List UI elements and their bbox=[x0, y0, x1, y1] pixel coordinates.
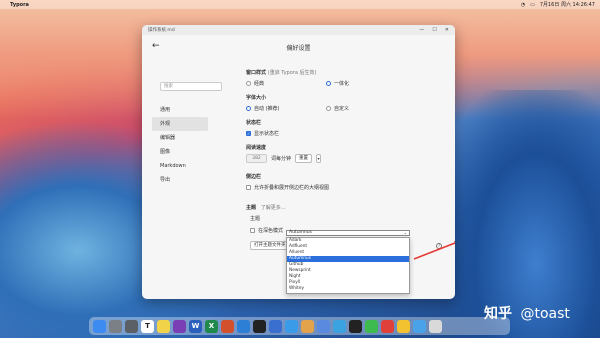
menubar: Typora ◔ ▭ 7月16日 周六 14:26:47 bbox=[0, 0, 600, 9]
terminal-icon[interactable] bbox=[253, 319, 266, 333]
notes-icon[interactable] bbox=[157, 319, 170, 333]
radio-classic-label: 经典 bbox=[254, 81, 265, 87]
font-size-auto-option[interactable]: 自动 (推荐) bbox=[246, 105, 326, 112]
window-titlebar: 操作系统.md — ☐ ✕ bbox=[142, 25, 455, 35]
window-style-heading: 窗口样式 (重启 Typora 后生效) bbox=[246, 69, 446, 76]
theme-dropdown-list: Adark Adfluent Alluent Autumnus Github N… bbox=[286, 237, 410, 294]
reading-speed-input[interactable]: 382 bbox=[246, 154, 267, 163]
sidebar-item-editor[interactable]: 编辑器 bbox=[152, 131, 232, 145]
annotation-arrow bbox=[413, 240, 455, 260]
window-style-classic-option[interactable]: 经典 bbox=[246, 80, 326, 87]
status-bar-checkbox-label: 显示状态栏 bbox=[254, 131, 280, 137]
excel-icon[interactable]: X bbox=[205, 319, 218, 333]
radio-classic[interactable] bbox=[246, 81, 251, 86]
onenote-icon[interactable] bbox=[173, 319, 186, 333]
sidebar-heading: 侧边栏 bbox=[246, 174, 262, 180]
dock: T WX bbox=[89, 317, 510, 335]
window-title: 操作系统.md bbox=[148, 28, 175, 33]
finder-icon[interactable] bbox=[93, 319, 106, 333]
wechat-icon[interactable] bbox=[365, 319, 378, 333]
launchpad-icon[interactable] bbox=[109, 319, 122, 333]
chevron-down-icon: ⌄ bbox=[403, 230, 407, 235]
trash-icon[interactable] bbox=[429, 319, 442, 333]
search-input[interactable]: 搜索 bbox=[160, 82, 222, 91]
wifi-icon[interactable]: ◔ bbox=[521, 2, 525, 8]
status-bar-heading: 状态栏 bbox=[246, 120, 262, 126]
typora-icon[interactable]: T bbox=[141, 319, 154, 333]
theme-select-value: Autumnus bbox=[289, 230, 312, 235]
word-icon[interactable]: W bbox=[189, 319, 202, 333]
vscode-icon[interactable] bbox=[237, 319, 250, 333]
page-title: 偏好设置 bbox=[286, 44, 311, 52]
reset-button[interactable]: 重置 bbox=[295, 154, 313, 163]
font-size-custom-option[interactable]: 自定义 bbox=[326, 105, 349, 112]
preferences-sidebar: 搜索 通用 外观 编辑器 图像 Markdown 导出 bbox=[152, 82, 232, 187]
sidebar-item-appearance[interactable]: 外观 bbox=[152, 117, 208, 131]
app2-icon[interactable] bbox=[317, 319, 330, 333]
app-icon[interactable] bbox=[269, 319, 282, 333]
reading-speed-heading: 阅读速度 bbox=[246, 145, 267, 151]
preferences-header: ← 偏好设置 bbox=[142, 35, 455, 59]
window-style-note: (重启 Typora 后生效) bbox=[267, 70, 317, 76]
sidebar-item-image[interactable]: 图像 bbox=[152, 145, 232, 159]
qq-icon[interactable] bbox=[349, 319, 362, 333]
open-theme-folder-button[interactable]: 打开主题文件夹 bbox=[250, 241, 290, 250]
maximize-icon[interactable]: ☐ bbox=[432, 27, 436, 33]
dark-mode-checkbox[interactable] bbox=[250, 228, 255, 233]
preferences-window: 操作系统.md — ☐ ✕ ← 偏好设置 搜索 通用 外观 编辑器 图像 Mar… bbox=[142, 25, 455, 299]
reading-speed-unit: 词每分钟 bbox=[271, 156, 292, 162]
status-bar-checkbox[interactable]: ✓ bbox=[246, 131, 251, 136]
radio-unified[interactable] bbox=[326, 81, 331, 86]
sidebar-item-general[interactable]: 通用 bbox=[152, 103, 232, 117]
theme-select[interactable]: Autumnus ⌄ bbox=[286, 230, 410, 236]
menubar-app-name[interactable]: Typora bbox=[10, 2, 29, 8]
font-size-heading: 字体大小 bbox=[246, 95, 267, 101]
powerpoint-icon[interactable] bbox=[221, 319, 234, 333]
radio-custom[interactable] bbox=[326, 106, 331, 111]
theme-label: 主题 bbox=[246, 205, 257, 211]
app3-icon[interactable] bbox=[333, 319, 346, 333]
radio-auto-label: 自动 (推荐) bbox=[254, 106, 280, 112]
theme-heading: 主题 了解更多... bbox=[246, 204, 446, 211]
watermark-handle: @toast bbox=[520, 306, 570, 322]
reading-speed-dropdown[interactable]: ▾ bbox=[316, 154, 322, 163]
back-arrow-icon[interactable]: ← bbox=[152, 41, 160, 51]
theme-option[interactable]: Whitey bbox=[287, 286, 409, 292]
window-style-label: 窗口样式 bbox=[246, 70, 267, 76]
sidebar-item-markdown[interactable]: Markdown bbox=[152, 159, 232, 173]
minimize-icon[interactable]: — bbox=[419, 27, 424, 33]
radio-unified-label: 一体化 bbox=[334, 81, 350, 87]
preferences-content: 窗口样式 (重启 Typora 后生效) 经典 一体化 字体大小 自动 (推荐)… bbox=[246, 69, 446, 250]
photos-icon[interactable] bbox=[301, 319, 314, 333]
menubar-clock[interactable]: 7月16日 周六 14:26:47 bbox=[540, 1, 595, 8]
outline-collapse-checkbox[interactable] bbox=[246, 185, 251, 190]
dark-mode-label: 在深色模式 bbox=[258, 228, 284, 234]
sidebar-item-export[interactable]: 导出 bbox=[152, 173, 232, 187]
learn-more-link[interactable]: 了解更多... bbox=[261, 205, 286, 211]
battery-icon[interactable]: ▭ bbox=[530, 2, 535, 8]
settings-icon[interactable] bbox=[125, 319, 138, 333]
radio-custom-label: 自定义 bbox=[334, 106, 350, 112]
radio-auto[interactable] bbox=[246, 106, 251, 111]
music-icon[interactable] bbox=[381, 319, 394, 333]
window-style-unified-option[interactable]: 一体化 bbox=[326, 80, 349, 87]
theme-row-label: 主题 bbox=[250, 216, 261, 222]
safari-icon[interactable] bbox=[285, 319, 298, 333]
app4-icon[interactable] bbox=[397, 319, 410, 333]
downloads-icon[interactable] bbox=[413, 319, 426, 333]
outline-collapse-label: 允许折叠和展开侧边栏的大纲视图 bbox=[254, 185, 330, 191]
wallpaper-wave bbox=[440, 90, 600, 338]
close-icon[interactable]: ✕ bbox=[445, 27, 449, 33]
